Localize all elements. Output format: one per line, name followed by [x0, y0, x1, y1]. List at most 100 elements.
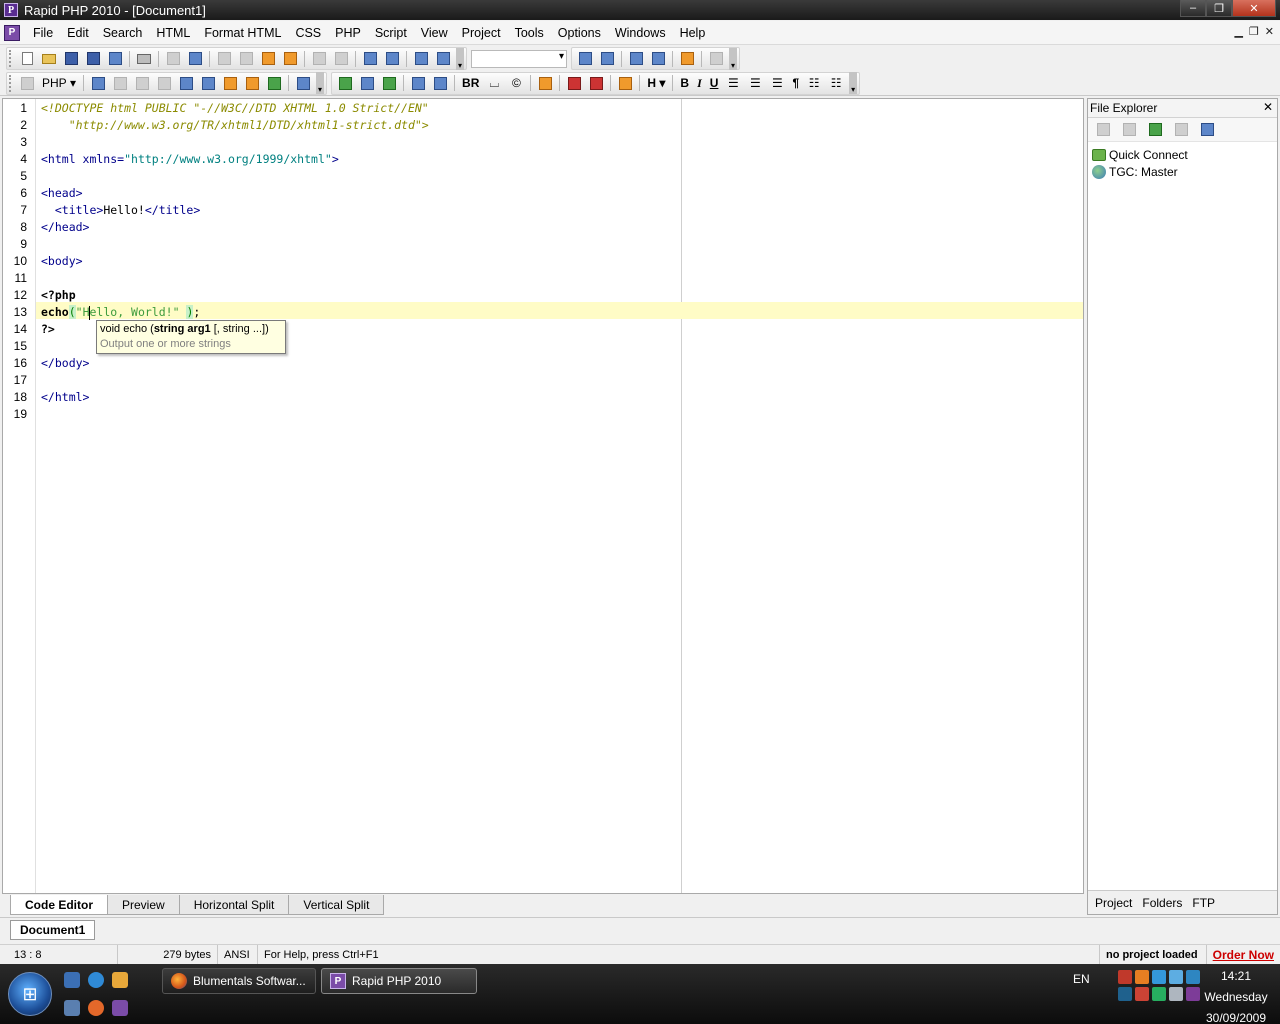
code-line[interactable]: 18 </html> [3, 389, 1083, 406]
code-line[interactable]: 12 <?php [3, 287, 1083, 304]
code-line[interactable]: 17 [3, 372, 1083, 389]
internet-explorer-icon[interactable] [88, 972, 104, 988]
tray-app-icon[interactable] [1118, 970, 1132, 984]
toolbar-chevron-icon[interactable]: ▾ [849, 72, 858, 94]
insert-link-button[interactable] [334, 73, 356, 93]
menu-search[interactable]: Search [96, 26, 150, 40]
italic-button[interactable]: I [693, 73, 706, 93]
save-as-button[interactable] [104, 49, 126, 69]
start-button[interactable]: ⊞ [8, 972, 52, 1016]
php-comment-button[interactable] [153, 73, 175, 93]
code-line[interactable]: 6 <head> [3, 185, 1083, 202]
save-all-button[interactable] [82, 49, 104, 69]
quicklaunch-app-icon[interactable] [112, 972, 128, 988]
panel-layout-button[interactable] [432, 49, 454, 69]
tray-app-icon[interactable] [1135, 970, 1149, 984]
tab-folders[interactable]: Folders [1137, 896, 1187, 910]
doc-close-icon[interactable]: ✕ [1265, 25, 1274, 38]
code-line[interactable]: 8 </head> [3, 219, 1083, 236]
ordered-list-button[interactable]: ☷ [825, 73, 847, 93]
save-button[interactable] [60, 49, 82, 69]
insert-anchor-button[interactable] [378, 73, 400, 93]
cut-button[interactable] [213, 49, 235, 69]
language-indicator[interactable]: EN [1073, 972, 1090, 986]
tab-horizontal-split[interactable]: Horizontal Split [178, 895, 290, 915]
toolbar-grip[interactable] [9, 74, 13, 92]
code-line[interactable]: 19 [3, 406, 1083, 423]
show-desktop-icon[interactable] [64, 972, 80, 988]
close-button[interactable]: ✕ [1232, 0, 1276, 17]
firefox-quicklaunch-icon[interactable] [88, 1000, 104, 1016]
toolbar-grip[interactable] [9, 50, 13, 67]
insert-table-button[interactable] [407, 73, 429, 93]
php-snippet-button[interactable] [197, 73, 219, 93]
menu-help[interactable]: Help [673, 26, 713, 40]
menu-css[interactable]: CSS [288, 26, 328, 40]
tray-volume-icon[interactable] [1169, 987, 1183, 1001]
add-connection-button[interactable] [1144, 120, 1166, 140]
tab-preview[interactable]: Preview [107, 895, 180, 915]
tray-display-icon[interactable] [1169, 970, 1183, 984]
php-function-button[interactable] [87, 73, 109, 93]
outdent-button[interactable] [381, 49, 403, 69]
rapid-php-quicklaunch-icon[interactable] [112, 1000, 128, 1016]
file-encoding[interactable]: ANSI [218, 945, 258, 964]
insert-br-button[interactable]: BR [458, 73, 483, 93]
clean-code-button[interactable] [614, 73, 636, 93]
order-now-link[interactable]: Order Now [1207, 945, 1280, 964]
code-line-current[interactable]: 13 echo("Hello, World!" ); [3, 304, 1083, 321]
connection-settings-button[interactable] [1196, 120, 1218, 140]
underline-button[interactable]: U [706, 73, 723, 93]
tab-document1[interactable]: Document1 [10, 920, 96, 940]
app-icon[interactable]: P [4, 3, 18, 17]
paste-button[interactable] [257, 49, 279, 69]
code-line[interactable]: 7 <title>Hello!</title> [3, 202, 1083, 219]
menu-tools[interactable]: Tools [508, 26, 551, 40]
find-previous-button[interactable] [625, 49, 647, 69]
print-button[interactable] [133, 49, 155, 69]
menu-edit[interactable]: Edit [60, 26, 96, 40]
file-explorer-close-icon[interactable]: ✕ [1263, 100, 1273, 114]
tray-network-icon[interactable] [1152, 970, 1166, 984]
document-system-icon[interactable]: P [4, 24, 20, 41]
remove-connection-button[interactable] [1170, 120, 1192, 140]
menu-file[interactable]: File [26, 26, 60, 40]
tree-item-tgc-master[interactable]: TGC: Master [1092, 163, 1273, 180]
php-dropdown-button[interactable]: PHP ▾ [38, 73, 80, 93]
insert-copyright-button[interactable]: © [505, 73, 527, 93]
taskbar-item-firefox[interactable]: Blumentals Softwar... [162, 968, 316, 994]
php-edit-button[interactable] [241, 73, 263, 93]
tray-ati-icon[interactable] [1135, 987, 1149, 1001]
code-line[interactable]: 5 [3, 168, 1083, 185]
align-left-button[interactable]: ☰ [722, 73, 744, 93]
php-wizard-button[interactable] [16, 73, 38, 93]
code-line[interactable]: 9 [3, 236, 1083, 253]
find-next-button[interactable] [647, 49, 669, 69]
menu-html[interactable]: HTML [149, 26, 197, 40]
php-include-button[interactable] [219, 73, 241, 93]
toolbar-chevron-icon[interactable]: ▾ [316, 72, 325, 94]
connect-button[interactable] [1092, 120, 1114, 140]
paragraph-button[interactable]: ¶ [788, 73, 803, 93]
new-file-button[interactable] [16, 49, 38, 69]
code-line[interactable]: 3 [3, 134, 1083, 151]
tab-vertical-split[interactable]: Vertical Split [288, 895, 385, 915]
unordered-list-button[interactable]: ☷ [803, 73, 825, 93]
code-line[interactable]: 11 [3, 270, 1083, 287]
disconnect-button[interactable] [1118, 120, 1140, 140]
menu-project[interactable]: Project [455, 26, 508, 40]
code-line[interactable]: 2 "http://www.w3.org/TR/xhtml1/DTD/xhtml… [3, 117, 1083, 134]
validate-button[interactable] [563, 73, 585, 93]
spell-check-button[interactable] [184, 49, 206, 69]
color-picker-button[interactable] [585, 73, 607, 93]
doc-minimize-icon[interactable]: ▁ [1234, 25, 1242, 38]
php-block-button[interactable] [109, 73, 131, 93]
network-tool-icon[interactable] [64, 1000, 80, 1016]
maximize-button[interactable]: ❐ [1206, 0, 1232, 17]
menu-view[interactable]: View [414, 26, 455, 40]
tray-bluetooth-icon[interactable] [1118, 987, 1132, 1001]
copy-button[interactable] [235, 49, 257, 69]
align-right-button[interactable]: ☰ [766, 73, 788, 93]
bold-button[interactable]: B [676, 73, 693, 93]
find-button[interactable] [574, 49, 596, 69]
